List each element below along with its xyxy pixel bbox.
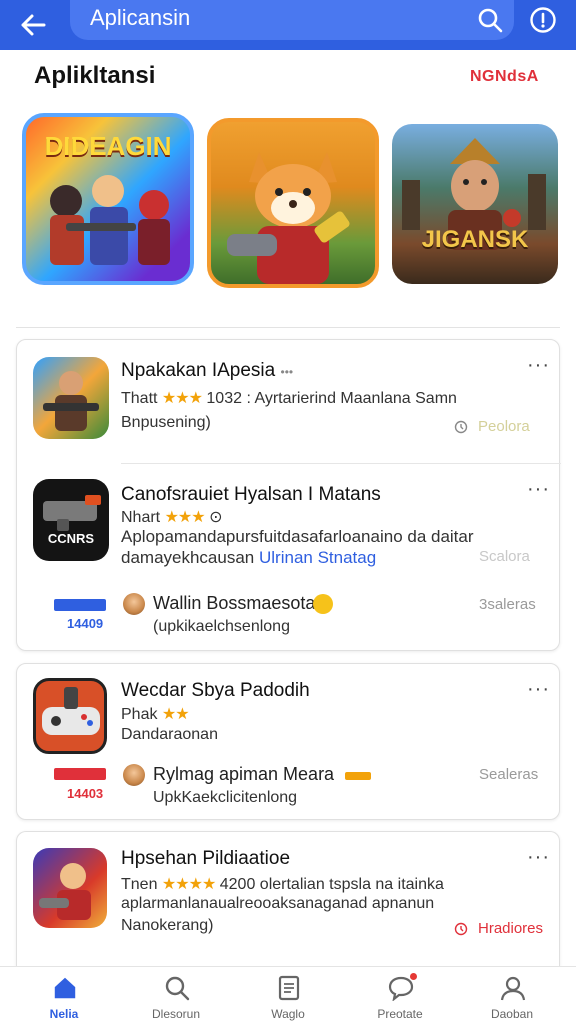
section-divider xyxy=(16,327,560,328)
app-name[interactable]: Canofsrauiet Hyalsan I Matans xyxy=(121,484,381,506)
profile-icon xyxy=(500,975,526,1001)
app-rating-line: Phak ★★ xyxy=(121,706,190,723)
rating-bar xyxy=(345,772,371,780)
game-characters-artwork xyxy=(50,175,170,265)
clock-icon xyxy=(454,420,468,434)
app-action-label[interactable]: Scalora xyxy=(479,548,530,565)
search-icon xyxy=(478,8,503,33)
nav-label: Waglo xyxy=(271,1007,305,1021)
more-options-button[interactable]: ··· xyxy=(527,847,550,867)
reviewer-subtitle: UpkKaekclicitenlong xyxy=(153,789,298,806)
app-description: Aplopamandapursfuitdasafarloanaino da da… xyxy=(121,527,474,546)
app-icon[interactable] xyxy=(33,848,107,928)
nav-label: Daoban xyxy=(490,1007,534,1021)
soldier-character-icon xyxy=(43,371,99,431)
nav-label: Preotate xyxy=(377,1007,423,1021)
app-card: Wecdar Sbya Padodih Phak ★★ Dandaraonan … xyxy=(16,663,560,820)
section-title: Aplikltansi xyxy=(34,62,156,89)
app-subtitle: Nanokerang) xyxy=(121,917,214,934)
app-description-link[interactable]: Ulrinan Stnatag xyxy=(259,548,376,567)
featured-game-tile[interactable]: JIGANSK xyxy=(392,124,558,284)
nav-label: Nelia xyxy=(49,1007,79,1021)
app-icon[interactable] xyxy=(33,357,109,439)
clock-icon xyxy=(454,922,468,936)
app-subtitle: Dandaraonan xyxy=(121,726,218,743)
featured-tile-title: DIDEAGIN xyxy=(44,131,172,161)
app-action-label[interactable]: 3saleras xyxy=(479,596,536,613)
app-icon-text: CCNRS xyxy=(47,531,95,546)
app-description-line-2: damayekhcausan Ulrinan Stnatag xyxy=(121,548,377,567)
warrior-character-artwork xyxy=(402,138,546,250)
app-action-label[interactable]: Hradiores xyxy=(478,920,543,937)
featured-game-tile[interactable] xyxy=(207,118,379,288)
app-subtitle: Bnpusening) xyxy=(121,414,211,431)
app-rating-line: Thatt ★★★ 1032 : Ayrtarierind Maanlana S… xyxy=(121,390,457,407)
reviewer-name: Wallin Bossmaesotanl xyxy=(153,593,330,613)
nav-item-search[interactable]: Dlesorun xyxy=(126,967,226,1024)
app-name[interactable]: Wecdar Sbya Padodih xyxy=(121,680,310,702)
notification-dot xyxy=(410,973,417,980)
app-name[interactable]: Hpsehan Pildiaatioe xyxy=(121,848,290,870)
info-icon xyxy=(530,7,556,33)
app-action-label[interactable]: Sealeras xyxy=(479,766,538,783)
app-icon[interactable]: CCNRS xyxy=(33,479,109,561)
ranking-number: 14409 xyxy=(67,616,104,631)
avatar xyxy=(123,593,145,615)
back-button[interactable] xyxy=(14,7,52,43)
document-icon xyxy=(276,975,302,1001)
ranking-badge xyxy=(54,599,106,611)
arrow-left-icon xyxy=(21,14,46,36)
app-icon[interactable] xyxy=(33,678,107,754)
featured-game-tile[interactable]: DIDEAGIN xyxy=(22,113,194,285)
reviewer-subtitle: (upkikaelchsenlong xyxy=(153,618,290,635)
nav-label: Dlesorun xyxy=(151,1007,201,1021)
hero-character-icon xyxy=(39,863,91,920)
app-rating-line: Tnen ★★★★ 4200 olertalian tspsla na itai… xyxy=(121,876,444,893)
nav-item-documents[interactable]: Waglo xyxy=(238,967,338,1024)
app-action-label[interactable]: Peolora xyxy=(478,418,530,435)
search-query-text: Aplicansin xyxy=(90,5,191,30)
blaster-gun-icon xyxy=(43,495,101,531)
rating-stars: ★★★ xyxy=(161,390,203,407)
app-card: Npakakan IApesia ••• Thatt ★★★ 1032 : Ay… xyxy=(16,339,561,651)
avatar xyxy=(123,764,145,786)
nav-item-messages[interactable]: Preotate xyxy=(350,967,450,1024)
ranking-number: 14403 xyxy=(67,786,104,801)
app-rating-line: Nhart ★★★ ⊙ xyxy=(121,509,223,526)
nav-item-home[interactable]: Nelia xyxy=(14,967,114,1024)
search-button[interactable] xyxy=(472,4,508,36)
app-name[interactable]: Npakakan IApesia ••• xyxy=(121,360,293,382)
bottom-navigation: Nelia Dlesorun Waglo Preotate Daoban xyxy=(0,966,576,1024)
app-card: Hpsehan Pildiaatioe Tnen ★★★★ 4200 olert… xyxy=(16,831,560,966)
game-controller-icon xyxy=(42,687,100,735)
row-divider xyxy=(121,463,561,464)
featured-tile-title: JIGANSK xyxy=(421,226,529,253)
fox-character-artwork xyxy=(227,152,350,284)
home-icon xyxy=(52,975,78,1001)
rating-stars: ★★ xyxy=(161,706,190,723)
rating-stars: ★★★★ xyxy=(161,876,216,893)
more-options-button[interactable]: ··· xyxy=(527,479,550,499)
more-options-button[interactable]: ··· xyxy=(527,679,550,699)
ranking-badge xyxy=(54,768,106,780)
reviewer-name: Rylmag apiman Meara xyxy=(153,764,335,784)
rating-stars: ★★★ xyxy=(164,509,206,526)
nav-item-profile[interactable]: Daoban xyxy=(462,967,562,1024)
more-options-button[interactable]: ··· xyxy=(527,355,550,375)
top-app-bar: Aplicansin xyxy=(0,0,576,50)
section-see-all-link[interactable]: NGNdsA xyxy=(470,68,539,86)
emoji-icon xyxy=(313,594,333,614)
info-button[interactable] xyxy=(526,4,560,36)
app-description: aplarmanlanaualreooaksanaganad apnanun xyxy=(121,895,435,912)
search-icon xyxy=(164,975,190,1001)
